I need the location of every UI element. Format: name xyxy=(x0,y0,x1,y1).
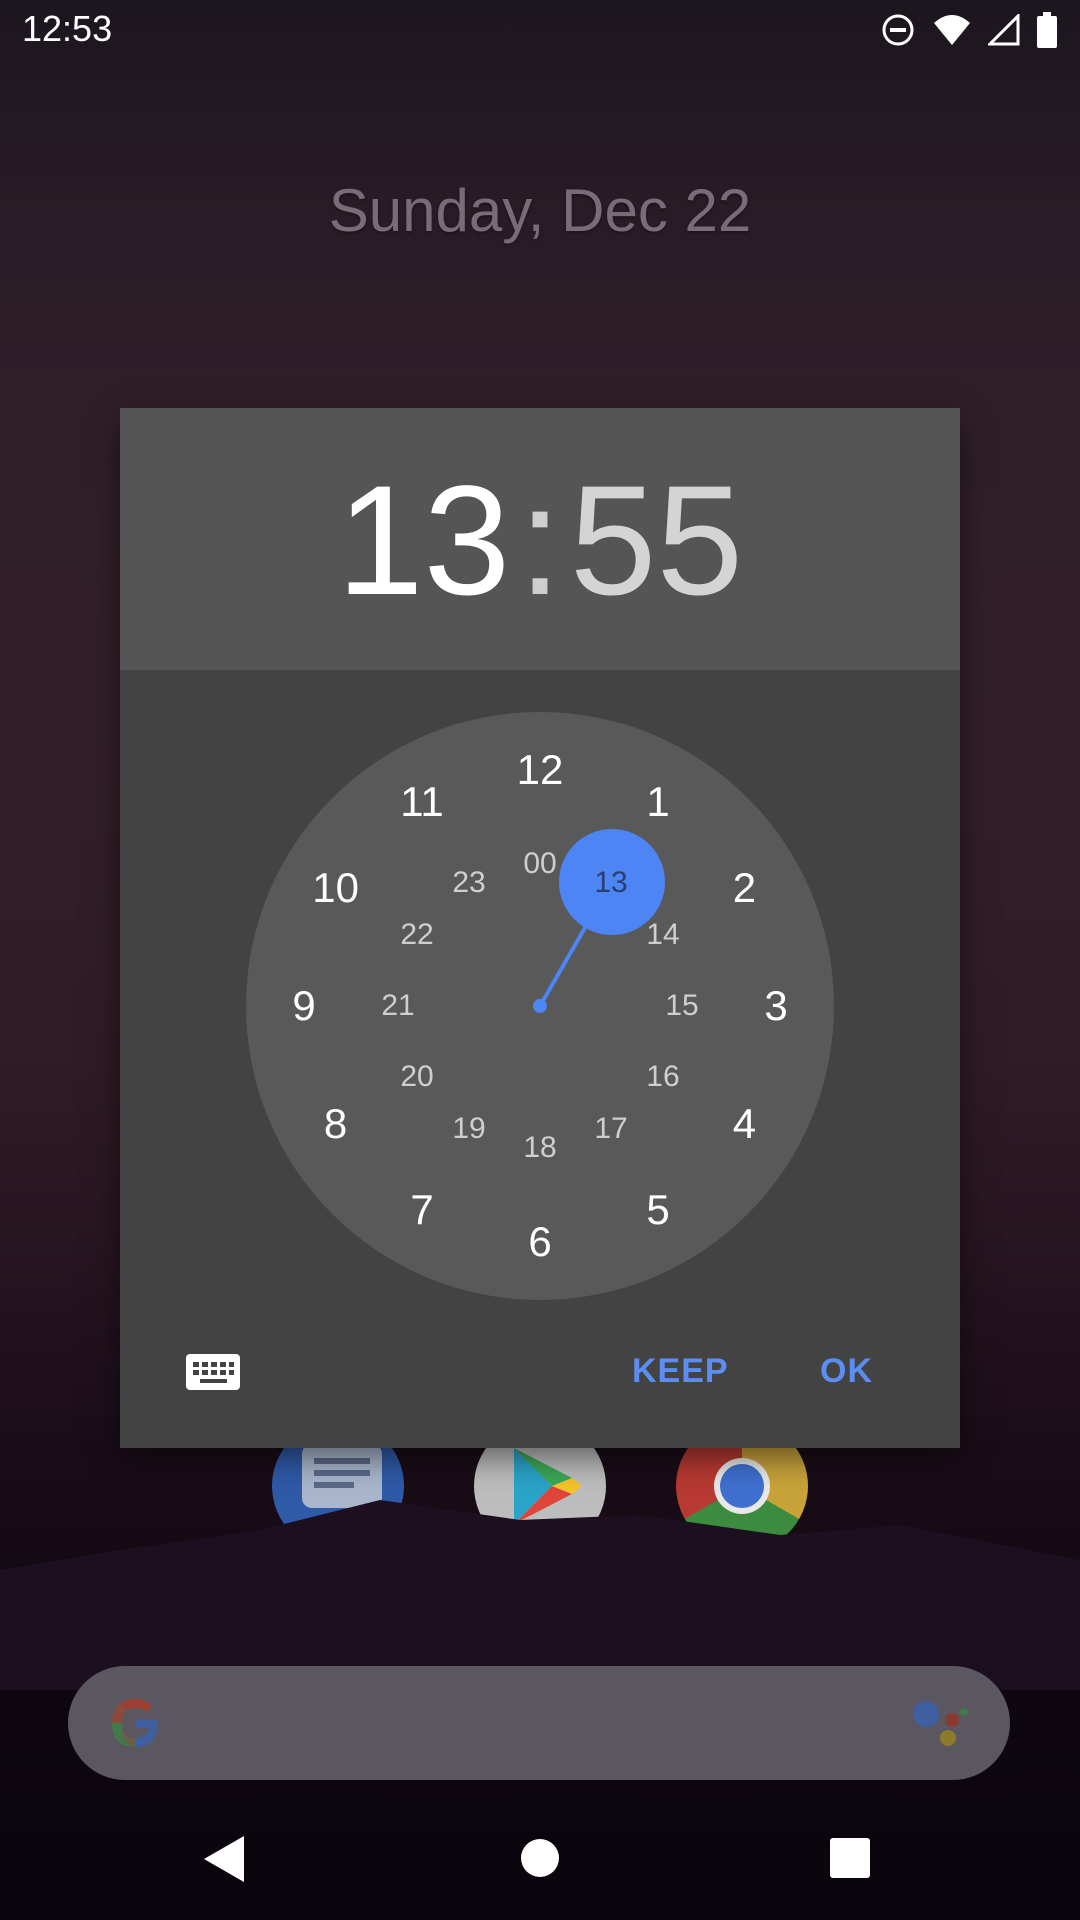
clock-number-1[interactable]: 1 xyxy=(646,778,669,826)
status-time: 12:53 xyxy=(22,8,113,49)
clock-number-23[interactable]: 23 xyxy=(452,866,485,900)
google-search-bar[interactable] xyxy=(68,1666,1010,1780)
clock-number-18[interactable]: 18 xyxy=(523,1131,556,1165)
wallpaper-mountains xyxy=(0,1500,1080,1690)
clock-number-22[interactable]: 22 xyxy=(400,918,433,952)
clock-number-5[interactable]: 5 xyxy=(646,1186,669,1234)
home-date[interactable]: Sunday, Dec 22 xyxy=(0,176,1080,245)
clock-number-4[interactable]: 4 xyxy=(733,1100,756,1148)
recents-icon[interactable] xyxy=(830,1838,870,1878)
status-bar: 12:53 xyxy=(0,0,1080,64)
clock-number-15[interactable]: 15 xyxy=(665,989,698,1023)
time-picker-dialog: 13:55 12 1 2 3 4 5 6 7 8 9 10 11 00 13 14 15 16 17 18 19 20 2… xyxy=(120,408,960,1448)
clock-number-17[interactable]: 17 xyxy=(594,1112,627,1146)
hour-display[interactable]: 13 xyxy=(337,454,511,628)
clock-number-16[interactable]: 16 xyxy=(646,1060,679,1094)
dnd-icon xyxy=(882,14,914,46)
clock-number-21[interactable]: 21 xyxy=(381,989,414,1023)
clock-number-12[interactable]: 12 xyxy=(517,746,564,794)
clock-number-7[interactable]: 7 xyxy=(410,1186,433,1234)
clock-number-13[interactable]: 13 xyxy=(594,866,627,900)
clock-number-10[interactable]: 10 xyxy=(312,864,359,912)
battery-icon xyxy=(1037,12,1057,48)
time-display: 13:55 xyxy=(120,456,960,626)
time-display-header: 13:55 xyxy=(120,408,960,670)
time-separator: : xyxy=(518,454,562,628)
home-icon[interactable] xyxy=(520,1838,560,1878)
wifi-icon xyxy=(934,15,970,45)
google-logo-icon xyxy=(112,1699,159,1747)
clock-number-20[interactable]: 20 xyxy=(400,1060,433,1094)
clock-number-2[interactable]: 2 xyxy=(733,864,756,912)
clock-number-3[interactable]: 3 xyxy=(764,982,787,1030)
clock-number-9[interactable]: 9 xyxy=(292,982,315,1030)
ok-button[interactable]: OK xyxy=(820,1352,873,1391)
clock-hand xyxy=(533,911,596,1013)
clock-number-11[interactable]: 11 xyxy=(400,778,444,826)
signal-icon xyxy=(988,14,1020,46)
clock-number-8[interactable]: 8 xyxy=(324,1100,347,1148)
navigation-bar xyxy=(0,1800,1080,1920)
assistant-icon[interactable] xyxy=(910,1696,970,1752)
clock-number-00[interactable]: 00 xyxy=(523,847,556,881)
clock-number-19[interactable]: 19 xyxy=(452,1112,485,1146)
back-icon[interactable] xyxy=(204,1836,244,1882)
minute-display[interactable]: 55 xyxy=(570,454,744,628)
clock-number-6[interactable]: 6 xyxy=(528,1218,551,1266)
clock-number-14[interactable]: 14 xyxy=(646,918,679,952)
keyboard-icon[interactable] xyxy=(186,1354,240,1390)
clock-face[interactable]: 12 1 2 3 4 5 6 7 8 9 10 11 00 13 14 15 16 17 18 19 20 21 22 23 xyxy=(246,712,834,1300)
keep-button[interactable]: KEEP xyxy=(632,1352,729,1391)
